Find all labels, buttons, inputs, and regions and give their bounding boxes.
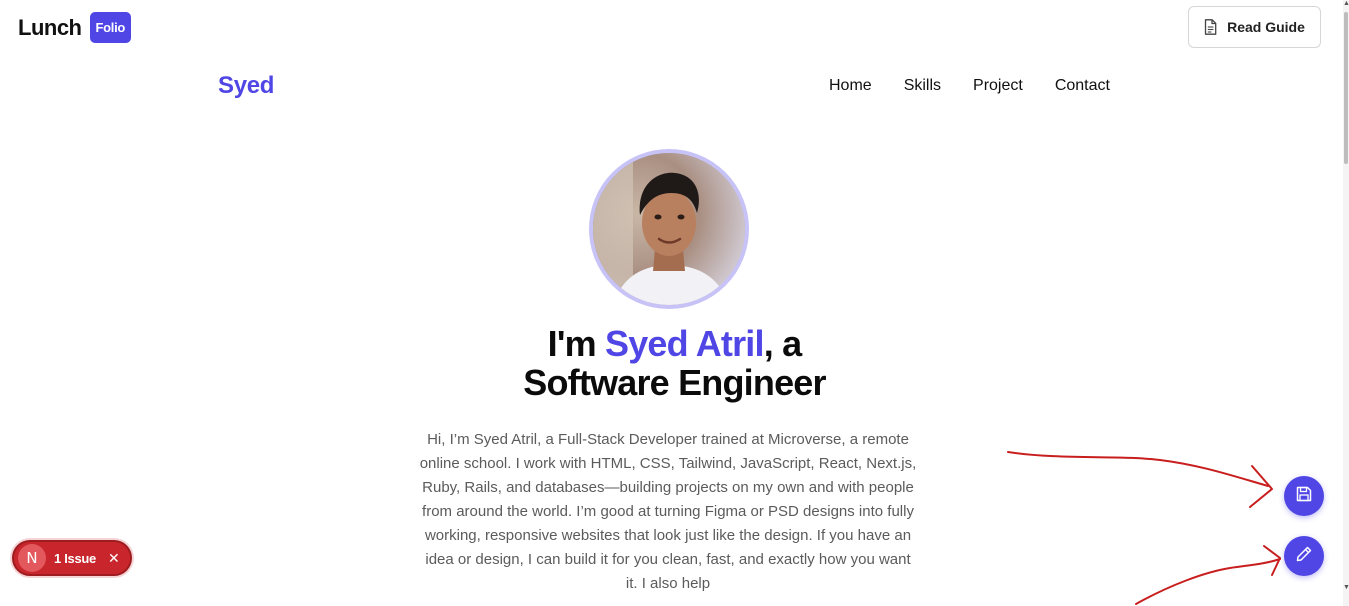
save-icon [1295,485,1313,508]
site-nav: Home Skills Project Contact [829,77,1110,95]
site-brand[interactable]: Syed [218,72,274,100]
issues-badge[interactable]: N 1 Issue ✕ [12,540,132,576]
app-logo[interactable]: Lunch Folio [18,12,132,43]
hero-bio: Hi, I’m Syed Atril, a Full-Stack Develop… [419,431,917,592]
edit-button[interactable] [1284,536,1324,576]
scroll-up-arrow-icon[interactable]: ▲ [1343,0,1349,8]
profile-avatar [589,149,749,309]
app-logo-badge: Folio [89,12,132,43]
read-guide-label: Read Guide [1227,19,1305,35]
arrow-to-edit-head [1263,545,1281,576]
scroll-down-arrow-icon[interactable]: ▼ [1343,584,1349,592]
nav-link-skills[interactable]: Skills [904,77,941,95]
hero-headline: I'm Syed Atril, a Software Engineer [0,324,1349,402]
nav-link-project[interactable]: Project [973,77,1023,95]
save-button[interactable] [1284,476,1324,516]
arrow-to-save-line [1007,451,1269,487]
headline-suffix: , a [763,323,802,364]
read-guide-button[interactable]: Read Guide [1188,6,1321,48]
arrow-to-save-head [1249,465,1273,508]
headline-prefix: I'm [547,323,605,364]
issues-count-label: 1 Issue [54,550,96,566]
document-icon [1204,19,1217,35]
nextjs-n-icon: N [18,544,46,572]
app-logo-word: Lunch [18,14,82,40]
page-scrollbar[interactable]: ▲ ▼ [1343,0,1349,606]
nav-link-contact[interactable]: Contact [1055,77,1110,95]
pencil-icon [1295,545,1313,568]
arrow-to-edit-line [1135,558,1281,605]
scrollbar-thumb[interactable] [1344,12,1348,164]
nav-link-home[interactable]: Home [829,77,872,95]
headline-name: Syed Atril [605,323,765,364]
close-icon[interactable]: ✕ [108,550,120,567]
headline-role: Software Engineer [523,362,826,403]
